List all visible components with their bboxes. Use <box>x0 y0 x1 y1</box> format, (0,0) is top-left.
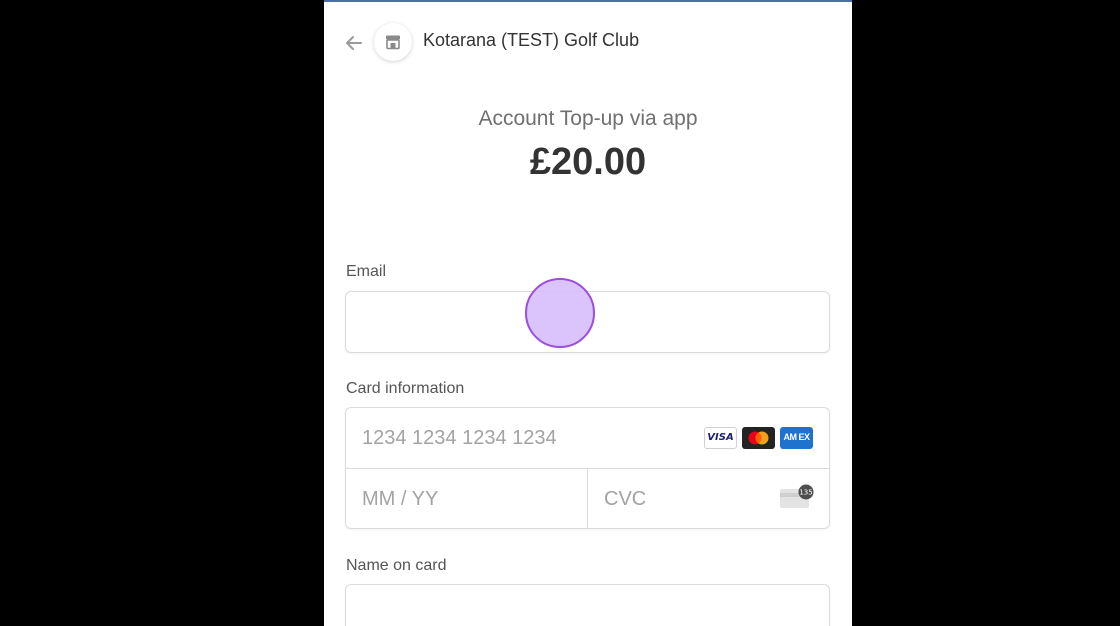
checkout-header: Kotarana (TEST) Golf Club <box>324 20 852 64</box>
amex-icon: AM EX <box>780 427 813 449</box>
card-information-label: Card information <box>346 380 465 397</box>
storefront-icon <box>386 35 400 50</box>
name-on-card-container <box>345 584 830 626</box>
card-number-input[interactable] <box>346 408 696 468</box>
total-amount: £20.00 <box>529 141 647 183</box>
mastercard-icon <box>742 427 775 449</box>
name-on-card-field[interactable] <box>346 585 829 626</box>
email-field[interactable] <box>346 292 829 352</box>
top-accent-bar <box>324 0 852 2</box>
card-cvc-icon: 135 <box>779 484 819 515</box>
email-field-container <box>345 291 830 353</box>
back-button[interactable] <box>342 31 366 55</box>
merchant-avatar <box>374 23 412 61</box>
cvc-cell: 135 <box>588 469 829 528</box>
cvc-badge: 135 <box>799 489 812 497</box>
expiry-input[interactable] <box>346 469 587 528</box>
name-on-card-label: Name on card <box>346 557 447 574</box>
arrow-left-icon <box>346 36 362 50</box>
expiry-cell <box>346 469 588 528</box>
cvc-input[interactable] <box>588 469 768 528</box>
checkout-panel: Kotarana (TEST) Golf Club Account Top-up… <box>324 0 852 626</box>
visa-icon: VISA <box>704 427 737 449</box>
product-name: Account Top-up via app <box>478 107 698 130</box>
merchant-name: Kotarana (TEST) Golf Club <box>423 30 640 50</box>
card-information-group: VISA AM EX 135 <box>345 407 830 529</box>
email-label: Email <box>346 263 387 280</box>
card-number-row: VISA AM EX <box>346 408 829 469</box>
